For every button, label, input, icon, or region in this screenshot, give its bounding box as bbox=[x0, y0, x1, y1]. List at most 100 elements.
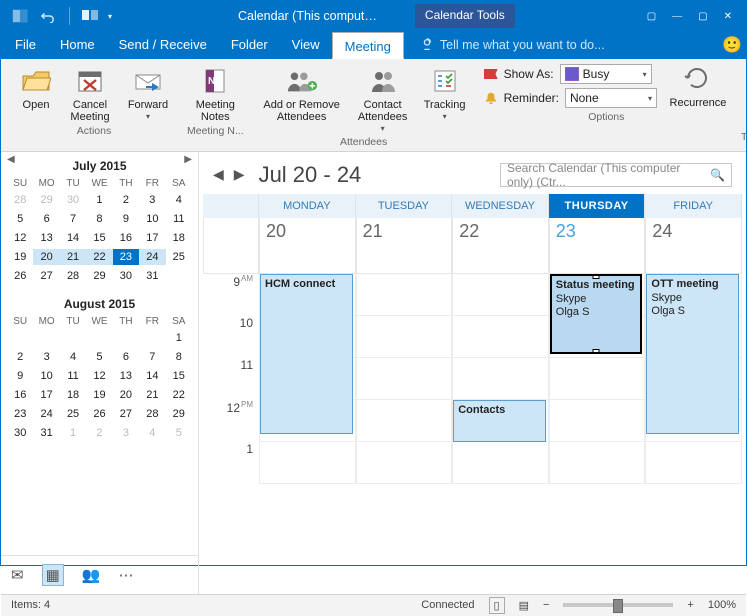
mini-date-cell[interactable]: 15 bbox=[166, 368, 192, 384]
mini-date-cell[interactable]: 14 bbox=[60, 230, 86, 246]
mini-date-cell[interactable]: 10 bbox=[139, 211, 165, 227]
mini-date-cell[interactable]: 28 bbox=[60, 268, 86, 284]
mini-date-cell[interactable]: 23 bbox=[7, 406, 33, 422]
close-icon[interactable]: ✕ bbox=[724, 11, 732, 22]
day-number-cell[interactable]: 21 bbox=[356, 218, 453, 274]
time-cell[interactable] bbox=[549, 400, 646, 442]
mini-date-cell[interactable]: 12 bbox=[86, 368, 112, 384]
mini-date-cell[interactable] bbox=[86, 330, 112, 346]
mini-date-cell[interactable]: 25 bbox=[60, 406, 86, 422]
more-icon[interactable]: ⋯ bbox=[118, 566, 133, 584]
mini-date-cell[interactable]: 29 bbox=[33, 192, 59, 208]
mini-date-cell[interactable]: 24 bbox=[33, 406, 59, 422]
view-normal-icon[interactable]: ▯ bbox=[489, 597, 505, 614]
mini-date-cell[interactable]: 2 bbox=[113, 192, 139, 208]
mini-date-cell[interactable] bbox=[7, 330, 33, 346]
mini-date-cell[interactable]: 18 bbox=[60, 387, 86, 403]
mini-date-cell[interactable]: 9 bbox=[113, 211, 139, 227]
time-cell[interactable] bbox=[356, 274, 453, 316]
prev-month-icon[interactable]: ◀ bbox=[7, 154, 15, 165]
time-cell[interactable] bbox=[356, 358, 453, 400]
mini-date-cell[interactable]: 19 bbox=[7, 249, 33, 265]
mini-date-cell[interactable]: 8 bbox=[86, 211, 112, 227]
weekday-header-cell[interactable]: TUESDAY bbox=[356, 194, 453, 218]
time-cell[interactable] bbox=[549, 442, 646, 484]
mini-date-cell[interactable]: 13 bbox=[33, 230, 59, 246]
mini-date-cell[interactable]: 9 bbox=[7, 368, 33, 384]
appointment[interactable]: OTT meetingSkype Olga S bbox=[646, 274, 739, 434]
mini-date-cell[interactable]: 19 bbox=[86, 387, 112, 403]
mini-date-cell[interactable]: 22 bbox=[166, 387, 192, 403]
mini-date-cell[interactable] bbox=[60, 330, 86, 346]
mini-date-cell[interactable]: 30 bbox=[60, 192, 86, 208]
mini-date-cell[interactable]: 7 bbox=[60, 211, 86, 227]
next-month-icon[interactable]: ▶ bbox=[184, 154, 192, 165]
calendar-search-input[interactable]: Search Calendar (This computer only) (Ct… bbox=[500, 163, 732, 187]
mini-date-cell[interactable] bbox=[166, 268, 192, 284]
mini-date-cell[interactable]: 30 bbox=[7, 425, 33, 441]
view-switcher-icon[interactable] bbox=[80, 5, 102, 27]
mini-date-cell[interactable]: 31 bbox=[139, 268, 165, 284]
tab-file[interactable]: File bbox=[3, 31, 48, 59]
mini-date-cell[interactable]: 5 bbox=[86, 349, 112, 365]
tell-me-search[interactable]: Tell me what you want to do... bbox=[404, 31, 718, 59]
mini-date-cell[interactable]: 7 bbox=[139, 349, 165, 365]
mini-date-cell[interactable]: 8 bbox=[166, 349, 192, 365]
zoom-slider[interactable] bbox=[563, 603, 673, 607]
time-cell[interactable] bbox=[356, 400, 453, 442]
feedback-smiley-icon[interactable]: 🙂 bbox=[718, 31, 746, 59]
meeting-notes-button[interactable]: N Meeting Notes bbox=[188, 63, 242, 123]
mini-date-cell[interactable]: 15 bbox=[86, 230, 112, 246]
mini-date-cell[interactable]: 22 bbox=[86, 249, 112, 265]
mini-date-cell[interactable]: 28 bbox=[7, 192, 33, 208]
mini-date-cell[interactable]: 11 bbox=[166, 211, 192, 227]
mini-date-cell[interactable]: 26 bbox=[86, 406, 112, 422]
minimize-icon[interactable]: — bbox=[672, 11, 682, 22]
mini-date-cell[interactable]: 16 bbox=[7, 387, 33, 403]
mail-icon[interactable]: ✉ bbox=[11, 566, 24, 584]
mini-date-cell[interactable]: 5 bbox=[166, 425, 192, 441]
app-icon[interactable] bbox=[9, 5, 31, 27]
mini-date-cell[interactable]: 1 bbox=[166, 330, 192, 346]
cancel-meeting-button[interactable]: Cancel Meeting bbox=[63, 63, 117, 123]
zoom-in-icon[interactable]: + bbox=[687, 599, 693, 611]
mini-date-cell[interactable]: 21 bbox=[60, 249, 86, 265]
mini-date-cell[interactable]: 29 bbox=[166, 406, 192, 422]
time-cell[interactable] bbox=[356, 442, 453, 484]
mini-date-cell[interactable]: 4 bbox=[166, 192, 192, 208]
time-cell[interactable] bbox=[549, 358, 646, 400]
mini-date-cell[interactable]: 31 bbox=[33, 425, 59, 441]
mini-date-cell[interactable]: 6 bbox=[113, 349, 139, 365]
day-number-cell[interactable]: 20 bbox=[259, 218, 356, 274]
tab-view[interactable]: View bbox=[280, 31, 332, 59]
mini-date-cell[interactable]: 29 bbox=[86, 268, 112, 284]
ribbon-display-options-icon[interactable]: ▢ bbox=[647, 11, 656, 22]
prev-range-icon[interactable]: ◀ bbox=[213, 166, 224, 183]
mini-date-cell[interactable]: 30 bbox=[113, 268, 139, 284]
tab-folder[interactable]: Folder bbox=[219, 31, 280, 59]
tab-send-receive[interactable]: Send / Receive bbox=[107, 31, 219, 59]
show-as-dropdown[interactable]: Busy ▾ bbox=[560, 64, 652, 84]
day-number-cell[interactable]: 23 bbox=[549, 218, 646, 274]
time-cell[interactable] bbox=[452, 316, 549, 358]
time-grid[interactable]: 9AM101112PM1HCM connectStatus meetingSky… bbox=[203, 274, 742, 484]
mini-month-title[interactable]: August 2015 bbox=[7, 294, 192, 316]
mini-date-cell[interactable]: 23 bbox=[113, 249, 139, 265]
mini-date-cell[interactable]: 10 bbox=[33, 368, 59, 384]
mini-date-cell[interactable]: 2 bbox=[86, 425, 112, 441]
mini-date-cell[interactable]: 16 bbox=[113, 230, 139, 246]
mini-date-cell[interactable]: 20 bbox=[33, 249, 59, 265]
weekday-header-cell[interactable]: WEDNESDAY bbox=[452, 194, 549, 218]
forward-button[interactable]: Forward▾ bbox=[121, 63, 175, 122]
mini-date-cell[interactable]: 20 bbox=[113, 387, 139, 403]
mini-date-cell[interactable] bbox=[33, 330, 59, 346]
undo-icon[interactable] bbox=[37, 5, 59, 27]
mini-date-cell[interactable]: 27 bbox=[33, 268, 59, 284]
mini-date-cell[interactable]: 5 bbox=[7, 211, 33, 227]
tracking-button[interactable]: Tracking▾ bbox=[418, 63, 472, 122]
appointment[interactable]: Status meetingSkype Olga S bbox=[550, 274, 643, 354]
recurrence-button[interactable]: Recurrence bbox=[667, 63, 729, 109]
mini-date-cell[interactable]: 3 bbox=[113, 425, 139, 441]
mini-date-cell[interactable]: 3 bbox=[139, 192, 165, 208]
tab-home[interactable]: Home bbox=[48, 31, 107, 59]
